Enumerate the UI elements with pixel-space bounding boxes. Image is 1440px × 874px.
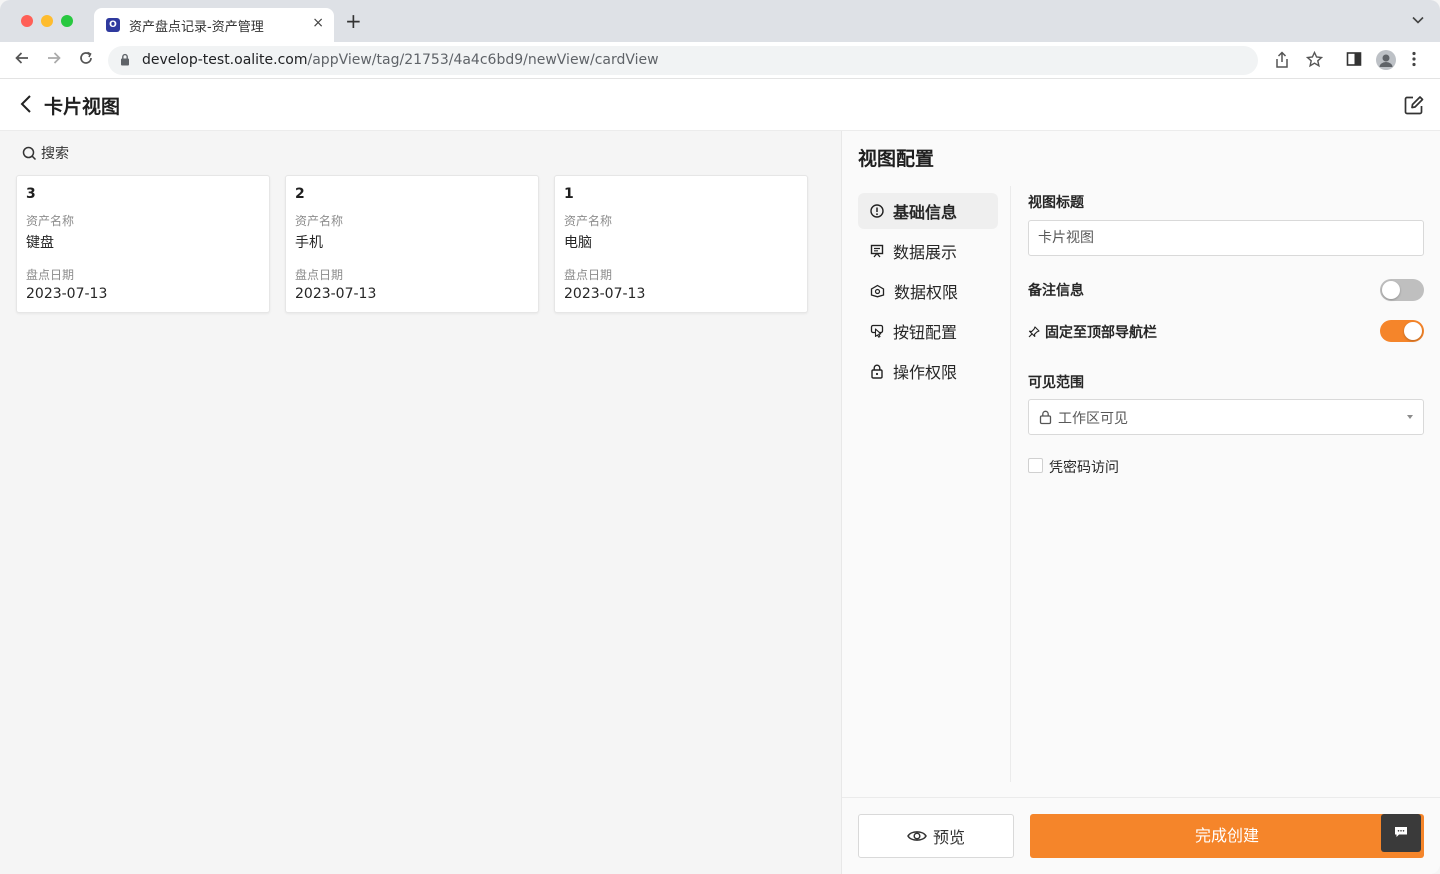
visibility-select[interactable]: 工作区可见 xyxy=(1028,399,1424,435)
lock-icon xyxy=(1039,410,1052,425)
eye-icon xyxy=(907,831,927,841)
tab-title: 资产盘点记录-资产管理 xyxy=(129,20,264,35)
menu-item-operation-permission[interactable]: 操作权限 xyxy=(858,353,998,389)
menu-item-label: 基础信息 xyxy=(893,203,958,222)
favicon-icon: O xyxy=(106,18,120,32)
lock-icon xyxy=(871,364,883,379)
inventory-date-value: 2023-07-13 xyxy=(564,286,646,302)
menu-item-label: 数据权限 xyxy=(894,283,959,302)
panel-heading: 视图配置 xyxy=(858,148,935,170)
share-icon[interactable] xyxy=(1274,51,1290,73)
search-icon xyxy=(22,146,37,160)
card-id: 2 xyxy=(295,186,305,202)
remark-toggle[interactable] xyxy=(1380,279,1424,301)
edit-icon[interactable] xyxy=(1403,94,1425,116)
preview-button[interactable]: 预览 xyxy=(858,814,1014,858)
minimize-window-button[interactable] xyxy=(41,15,53,27)
search-label: 搜索 xyxy=(41,146,69,162)
menu-item-button-config[interactable]: 按钮配置 xyxy=(858,313,998,349)
menu-item-data-display[interactable]: 数据展示 xyxy=(858,233,998,269)
toggle-knob xyxy=(1382,281,1400,299)
visibility-value: 工作区可见 xyxy=(1058,411,1128,427)
display-icon xyxy=(870,244,884,258)
asset-name-value: 电脑 xyxy=(564,235,592,251)
footer-divider xyxy=(842,797,1440,798)
profile-avatar-icon[interactable] xyxy=(1376,50,1396,70)
browser-toolbar: develop-test.oalite.com/appView/tag/2175… xyxy=(0,42,1440,79)
page-title: 卡片视图 xyxy=(44,96,121,118)
forward-nav-icon[interactable] xyxy=(46,50,62,71)
chat-icon xyxy=(1395,827,1407,837)
card-view-area: 搜索 3 资产名称 键盘 盘点日期 2023-07-13 2 资产名称 手机 盘… xyxy=(0,131,840,874)
record-card[interactable]: 1 资产名称 电脑 盘点日期 2023-07-13 xyxy=(554,175,808,313)
menu-item-basic-info[interactable]: 基础信息 xyxy=(858,193,998,229)
more-menu-icon[interactable] xyxy=(1412,51,1416,71)
browser-tab[interactable]: O 资产盘点记录-资产管理 × xyxy=(94,8,334,42)
url-host: develop-test.oalite.com xyxy=(142,52,308,68)
record-card[interactable]: 2 资产名称 手机 盘点日期 2023-07-13 xyxy=(285,175,539,313)
back-arrow-icon[interactable] xyxy=(16,93,36,115)
pin-toggle[interactable] xyxy=(1380,320,1424,342)
search-box[interactable]: 搜索 xyxy=(22,143,69,163)
lock-icon xyxy=(121,53,129,66)
pin-to-nav-row: 固定至顶部导航栏 xyxy=(1028,322,1157,342)
asset-name-label: 资产名称 xyxy=(26,214,75,228)
tab-close-icon[interactable]: × xyxy=(312,15,324,31)
button-config-icon xyxy=(870,324,884,338)
url-text: develop-test.oalite.com/appView/tag/2175… xyxy=(142,52,659,68)
tab-strip: O 资产盘点记录-资产管理 × + xyxy=(0,0,1440,42)
menu-item-label: 数据展示 xyxy=(893,243,958,262)
info-circle-icon xyxy=(870,204,884,218)
sidebar-toggle-icon[interactable] xyxy=(1346,51,1362,71)
back-nav-icon[interactable] xyxy=(14,50,30,71)
inventory-date-label: 盘点日期 xyxy=(564,268,613,282)
tab-menu-chevron-icon[interactable] xyxy=(1412,13,1424,27)
caret-down-icon xyxy=(1407,415,1413,419)
remark-label: 备注信息 xyxy=(1028,283,1084,299)
chat-widget-button[interactable] xyxy=(1381,814,1421,852)
close-window-button[interactable] xyxy=(21,15,33,27)
app-header: 卡片视图 xyxy=(0,79,1440,131)
inventory-date-value: 2023-07-13 xyxy=(26,286,108,302)
card-id: 1 xyxy=(564,186,574,202)
inventory-date-label: 盘点日期 xyxy=(26,268,75,282)
card-id: 3 xyxy=(26,186,36,202)
browser-window: O 资产盘点记录-资产管理 × + develop-test.oalite.co… xyxy=(0,0,1440,874)
maximize-window-button[interactable] xyxy=(61,15,73,27)
password-access-label: 凭密码访问 xyxy=(1049,460,1119,476)
data-permission-icon xyxy=(870,284,885,298)
panel-divider xyxy=(1010,186,1011,782)
view-title-label: 视图标题 xyxy=(1028,195,1084,211)
toggle-knob xyxy=(1404,322,1422,340)
pin-icon xyxy=(1028,326,1040,338)
menu-item-data-permission[interactable]: 数据权限 xyxy=(858,273,998,309)
inventory-date-label: 盘点日期 xyxy=(295,268,344,282)
inventory-date-value: 2023-07-13 xyxy=(295,286,377,302)
address-bar[interactable]: develop-test.oalite.com/appView/tag/2175… xyxy=(108,46,1258,75)
asset-name-label: 资产名称 xyxy=(564,214,613,228)
view-config-panel: 视图配置 基础信息 数据展示 数据权限 按钮配置 操作权限 视图标题 卡片视图 … xyxy=(841,131,1440,874)
pin-label: 固定至顶部导航栏 xyxy=(1045,325,1157,341)
asset-name-value: 手机 xyxy=(295,235,323,251)
record-card[interactable]: 3 资产名称 键盘 盘点日期 2023-07-13 xyxy=(16,175,270,313)
asset-name-value: 键盘 xyxy=(26,235,54,251)
view-title-input[interactable]: 卡片视图 xyxy=(1028,220,1424,256)
preview-button-label: 预览 xyxy=(932,828,965,847)
url-path: /appView/tag/21753/4a4c6bd9/newView/card… xyxy=(307,52,659,68)
reload-icon[interactable] xyxy=(78,50,94,71)
menu-item-label: 操作权限 xyxy=(893,363,958,382)
bookmark-star-icon[interactable] xyxy=(1305,50,1324,72)
asset-name-label: 资产名称 xyxy=(295,214,344,228)
password-access-checkbox[interactable] xyxy=(1028,458,1043,473)
menu-item-label: 按钮配置 xyxy=(893,323,958,342)
finish-create-button[interactable]: 完成创建 xyxy=(1030,814,1424,858)
visibility-label: 可见范围 xyxy=(1028,375,1084,391)
new-tab-button[interactable]: + xyxy=(345,11,362,31)
